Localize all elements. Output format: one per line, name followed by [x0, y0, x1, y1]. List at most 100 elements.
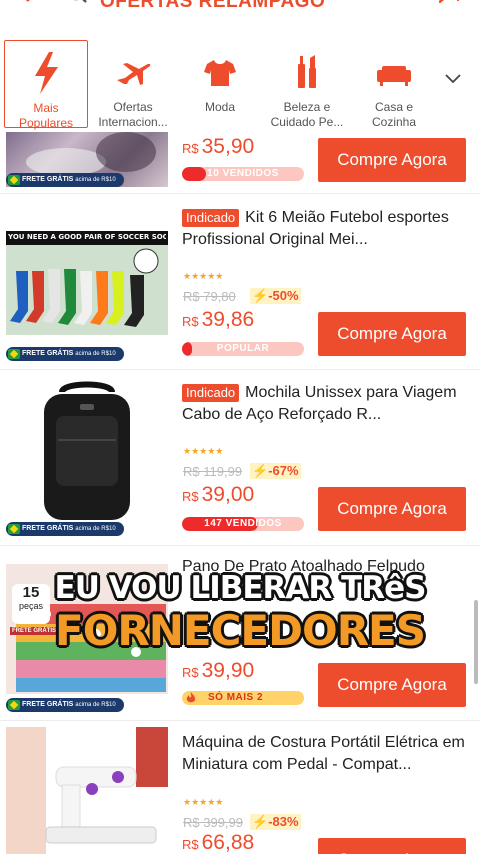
- tab-label: Mais Populares: [18, 101, 74, 130]
- chevron-down-icon[interactable]: [444, 72, 462, 86]
- free-shipping-min: acima de R$10: [75, 177, 116, 183]
- discount-text: -67%: [268, 463, 299, 478]
- product-title-text: Máquina de Costura Portátil Elétrica em …: [182, 734, 465, 773]
- free-shipping-label: FRETE GRÁTIS: [22, 350, 74, 357]
- original-price: R$ 399,99: [183, 815, 243, 830]
- price-value: 39,00: [201, 483, 255, 506]
- flash-icon: [35, 52, 58, 94]
- brazil-flag-icon: [8, 700, 20, 710]
- sold-progress: 147 VENDIDOS: [182, 517, 304, 531]
- buy-now-button[interactable]: Compre Agora: [318, 487, 466, 531]
- buy-now-button[interactable]: Compre Agora: [318, 663, 466, 707]
- product-row[interactable]: FRETE GRÁTIS acima de R$10 R$ 35,90 10 VE…: [0, 132, 480, 192]
- tab-label: Ofertas Internacion...: [98, 100, 168, 129]
- flash-icon: ⚡: [252, 463, 269, 478]
- page-title: OFERTAS RELÂMPAGO: [100, 0, 326, 12]
- tshirt-icon: [204, 60, 236, 86]
- discount-text: -50%: [268, 288, 299, 303]
- share-icon[interactable]: [436, 0, 466, 12]
- currency-symbol: R$: [182, 837, 199, 852]
- currency-symbol: R$: [182, 489, 199, 504]
- buy-now-button[interactable]: Compre Agora: [318, 138, 466, 182]
- product-title[interactable]: Máquina de Costura Portátil Elétrica em …: [182, 732, 470, 776]
- free-shipping-badge: FRETE GRÁTIS acima de R$10: [6, 522, 124, 536]
- product-title[interactable]: Indicado Kit 6 Meião Futebol esportes Pro…: [182, 207, 470, 251]
- product-image[interactable]: [6, 727, 168, 854]
- flash-icon: ⚡: [252, 814, 269, 829]
- socks-banner-text: YOU NEED A GOOD PAIR OF SOCCER SOCKS: [8, 233, 166, 241]
- tab-mais-populares[interactable]: Mais Populares: [4, 40, 88, 130]
- price: R$ 66,88: [182, 831, 254, 854]
- brazil-flag-icon: [8, 349, 20, 359]
- search-icon[interactable]: [66, 0, 90, 10]
- currency-symbol: R$: [182, 314, 199, 329]
- flash-icon: ⚡: [252, 288, 269, 303]
- brazil-flag-icon: [8, 524, 20, 534]
- discount-badge: ⚡-67%: [250, 463, 301, 479]
- free-shipping-min: acima de R$10: [75, 702, 116, 708]
- buy-now-button[interactable]: Compre Agora: [318, 312, 466, 356]
- top-bar: OFERTAS RELÂMPAGO: [0, 0, 480, 22]
- currency-symbol: R$: [182, 141, 199, 156]
- free-shipping-badge: FRETE GRÁTIS acima de R$10: [6, 698, 124, 712]
- divider: [0, 369, 480, 370]
- price: R$ 39,90: [182, 659, 254, 683]
- free-shipping-badge: FRETE GRÁTIS acima de R$10: [6, 347, 124, 361]
- tab-moda[interactable]: Moda: [178, 40, 262, 128]
- flash-sale-screen: OFERTAS RELÂMPAGO Mais Populares Ofertas…: [0, 0, 480, 854]
- original-price: R$ 79,80: [183, 289, 236, 304]
- free-shipping-label: FRETE GRÁTIS: [22, 176, 74, 183]
- tab-label: Beleza e Cuidado Pe...: [270, 100, 344, 129]
- free-shipping-min: acima de R$10: [75, 526, 116, 532]
- discount-badge: ⚡-50%: [250, 288, 301, 304]
- rating-stars-icon: ★★★★★: [183, 272, 224, 282]
- rating-stars-icon: ★★★★★: [183, 798, 224, 808]
- rating-stars-icon: ★★★★★: [183, 447, 224, 457]
- product-row[interactable]: Máquina de Costura Portátil Elétrica em …: [0, 727, 480, 854]
- scrollbar[interactable]: [474, 600, 478, 684]
- original-price: R$ 119,99: [183, 464, 243, 479]
- buy-now-button[interactable]: Compre Agora: [318, 838, 466, 854]
- discount-text: -83%: [268, 814, 299, 829]
- free-shipping-min: acima de R$10: [75, 351, 116, 357]
- product-image[interactable]: [6, 380, 168, 524]
- overlay-caption-line1: EU VOU LIBERAR TRêS: [54, 570, 427, 606]
- backpack-photo-icon: [44, 381, 130, 520]
- sold-text: 147 VENDIDOS: [204, 518, 282, 529]
- sold-progress: SÓ MAIS 2: [182, 691, 304, 705]
- price-value: 39,86: [201, 308, 255, 331]
- free-shipping-label: FRETE GRÁTIS: [22, 525, 74, 532]
- price-value: 35,90: [201, 135, 255, 158]
- overlay-caption-line2: FORNECEDORES: [55, 606, 426, 655]
- sold-text: POPULAR: [216, 343, 270, 354]
- price: R$ 35,90: [182, 135, 254, 159]
- price-value: 39,90: [201, 659, 255, 682]
- brazil-flag-icon: [8, 175, 20, 185]
- price: R$ 39,00: [182, 483, 254, 507]
- sold-text: SÓ MAIS 2: [208, 692, 264, 703]
- tab-casa-cozinha[interactable]: Casa e Cozinha: [352, 40, 436, 129]
- beauty-icon: [298, 55, 316, 88]
- product-row[interactable]: YOU NEED A GOOD PAIR OF SOCCER SOCKS FRE…: [0, 201, 480, 369]
- free-shipping-badge: FRETE GRÁTIS acima de R$10: [6, 173, 124, 187]
- price-value: 66,88: [201, 831, 255, 854]
- divider: [0, 720, 480, 721]
- tab-label: Casa e Cozinha: [371, 100, 417, 129]
- tab-ofertas-internacionais[interactable]: Ofertas Internacion...: [91, 40, 175, 129]
- sold-progress: 10 VENDIDOS: [182, 167, 304, 181]
- sold-text: 10 VENDIDOS: [207, 168, 279, 179]
- category-tabs: Mais Populares Ofertas Internacion... Mo…: [0, 36, 480, 132]
- recommended-badge: Indicado: [182, 384, 240, 402]
- tab-label: Moda: [204, 100, 236, 114]
- socks-photo-icon: [6, 245, 168, 335]
- product-row[interactable]: FRETE GRÁTIS acima de R$10 Indicado Mochi…: [0, 376, 480, 544]
- price: R$ 39,86: [182, 308, 254, 332]
- airplane-icon: [117, 63, 151, 85]
- tab-beleza[interactable]: Beleza e Cuidado Pe...: [265, 40, 349, 129]
- divider: [0, 545, 480, 546]
- product-image[interactable]: YOU NEED A GOOD PAIR OF SOCCER SOCKS: [6, 231, 168, 335]
- sold-progress: POPULAR: [182, 342, 304, 356]
- back-arrow-icon[interactable]: [14, 0, 48, 14]
- product-title[interactable]: Indicado Mochila Unissex para Viagem Cabo…: [182, 382, 470, 426]
- sofa-icon: [377, 66, 411, 86]
